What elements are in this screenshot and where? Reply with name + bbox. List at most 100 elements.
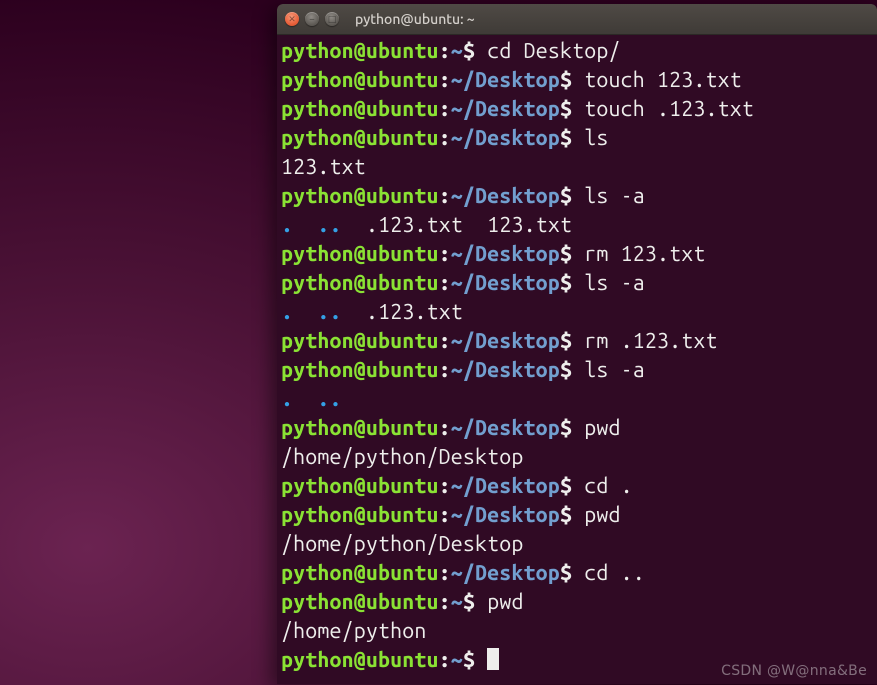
prompt-colon: :: [439, 648, 451, 672]
directory-entry: .: [281, 300, 293, 324]
prompt-path: ~/Desktop: [451, 561, 560, 585]
prompt-command: cd Desktop/: [487, 39, 620, 63]
terminal-output-line: /home/python: [281, 617, 873, 646]
terminal-output-line: /home/python/Desktop: [281, 530, 873, 559]
prompt-command: rm .123.txt: [584, 329, 717, 353]
terminal-ls-output: . ..: [281, 385, 873, 414]
prompt-user-host: python@ubuntu: [281, 503, 439, 527]
prompt-dollar: $: [560, 97, 584, 121]
prompt-colon: :: [439, 329, 451, 353]
prompt-path: ~/Desktop: [451, 416, 560, 440]
prompt-user-host: python@ubuntu: [281, 242, 439, 266]
window-title: python@ubuntu: ~: [355, 11, 475, 27]
prompt-dollar: $: [560, 416, 584, 440]
prompt-user-host: python@ubuntu: [281, 561, 439, 585]
prompt-path: ~/Desktop: [451, 271, 560, 295]
terminal-prompt-line: python@ubuntu:~/Desktop$ cd ..: [281, 559, 873, 588]
prompt-dollar: $: [463, 648, 487, 672]
directory-entry: .: [281, 387, 293, 411]
prompt-command: ls -a: [584, 271, 645, 295]
prompt-command: touch .123.txt: [584, 97, 754, 121]
terminal-ls-output: . .. .123.txt 123.txt: [281, 211, 873, 240]
prompt-path: ~/Desktop: [451, 358, 560, 382]
window-close-button[interactable]: ✕: [285, 12, 299, 26]
text-cursor: [487, 648, 499, 670]
prompt-path: ~: [451, 590, 463, 614]
prompt-command: touch 123.txt: [584, 68, 742, 92]
prompt-user-host: python@ubuntu: [281, 271, 439, 295]
prompt-command: pwd: [584, 416, 620, 440]
file-entry: .123.txt: [366, 213, 463, 237]
prompt-colon: :: [439, 39, 451, 63]
prompt-dollar: $: [560, 503, 584, 527]
file-entry: 123.txt: [487, 213, 572, 237]
terminal-prompt-line: python@ubuntu:~$ cd Desktop/: [281, 37, 873, 66]
prompt-colon: :: [439, 590, 451, 614]
prompt-command: ls: [584, 126, 608, 150]
prompt-colon: :: [439, 68, 451, 92]
prompt-dollar: $: [560, 358, 584, 382]
directory-entry: .: [281, 213, 293, 237]
prompt-path: ~: [451, 648, 463, 672]
prompt-colon: :: [439, 561, 451, 585]
prompt-command: cd .: [584, 474, 633, 498]
terminal-prompt-line: python@ubuntu:~/Desktop$ pwd: [281, 414, 873, 443]
file-entry: .123.txt: [366, 300, 463, 324]
terminal-prompt-line: python@ubuntu:~/Desktop$ ls -a: [281, 269, 873, 298]
window-maximize-button[interactable]: □: [325, 12, 339, 26]
prompt-colon: :: [439, 126, 451, 150]
prompt-path: ~/Desktop: [451, 503, 560, 527]
prompt-colon: :: [439, 503, 451, 527]
prompt-command: ls -a: [584, 358, 645, 382]
prompt-path: ~/Desktop: [451, 474, 560, 498]
directory-entry: ..: [317, 213, 341, 237]
prompt-user-host: python@ubuntu: [281, 416, 439, 440]
terminal-prompt-line: python@ubuntu:~/Desktop$ rm .123.txt: [281, 327, 873, 356]
prompt-colon: :: [439, 416, 451, 440]
prompt-dollar: $: [560, 561, 584, 585]
terminal-prompt-line: python@ubuntu:~/Desktop$ ls: [281, 124, 873, 153]
prompt-command: pwd: [487, 590, 523, 614]
prompt-dollar: $: [463, 39, 487, 63]
prompt-dollar: $: [560, 184, 584, 208]
terminal-prompt-current[interactable]: python@ubuntu:~$: [281, 646, 873, 675]
terminal-window: ✕ – □ python@ubuntu: ~ python@ubuntu:~$ …: [277, 4, 877, 684]
prompt-user-host: python@ubuntu: [281, 590, 439, 614]
prompt-user-host: python@ubuntu: [281, 97, 439, 121]
prompt-colon: :: [439, 474, 451, 498]
prompt-user-host: python@ubuntu: [281, 648, 439, 672]
prompt-command: ls -a: [584, 184, 645, 208]
window-minimize-button[interactable]: –: [305, 12, 319, 26]
prompt-user-host: python@ubuntu: [281, 329, 439, 353]
directory-entry: ..: [317, 387, 341, 411]
terminal-prompt-line: python@ubuntu:~/Desktop$ pwd: [281, 501, 873, 530]
terminal-prompt-line: python@ubuntu:~/Desktop$ touch .123.txt: [281, 95, 873, 124]
terminal-ls-output: . .. .123.txt: [281, 298, 873, 327]
prompt-colon: :: [439, 242, 451, 266]
terminal-prompt-line: python@ubuntu:~/Desktop$ rm 123.txt: [281, 240, 873, 269]
terminal-prompt-line: python@ubuntu:~/Desktop$ touch 123.txt: [281, 66, 873, 95]
prompt-dollar: $: [560, 68, 584, 92]
prompt-user-host: python@ubuntu: [281, 474, 439, 498]
prompt-dollar: $: [463, 590, 487, 614]
prompt-colon: :: [439, 97, 451, 121]
prompt-path: ~/Desktop: [451, 97, 560, 121]
terminal-body[interactable]: python@ubuntu:~$ cd Desktop/python@ubunt…: [277, 35, 877, 679]
terminal-prompt-line: python@ubuntu:~$ pwd: [281, 588, 873, 617]
desktop-background: ✕ – □ python@ubuntu: ~ python@ubuntu:~$ …: [0, 0, 877, 685]
prompt-colon: :: [439, 358, 451, 382]
terminal-output-line: 123.txt: [281, 153, 873, 182]
prompt-colon: :: [439, 184, 451, 208]
terminal-output-line: /home/python/Desktop: [281, 443, 873, 472]
prompt-dollar: $: [560, 329, 584, 353]
prompt-user-host: python@ubuntu: [281, 126, 439, 150]
prompt-path: ~/Desktop: [451, 68, 560, 92]
window-titlebar[interactable]: ✕ – □ python@ubuntu: ~: [277, 4, 877, 35]
prompt-colon: :: [439, 271, 451, 295]
terminal-prompt-line: python@ubuntu:~/Desktop$ cd .: [281, 472, 873, 501]
prompt-path: ~/Desktop: [451, 184, 560, 208]
prompt-dollar: $: [560, 271, 584, 295]
prompt-command: pwd: [584, 503, 620, 527]
prompt-user-host: python@ubuntu: [281, 358, 439, 382]
prompt-user-host: python@ubuntu: [281, 184, 439, 208]
